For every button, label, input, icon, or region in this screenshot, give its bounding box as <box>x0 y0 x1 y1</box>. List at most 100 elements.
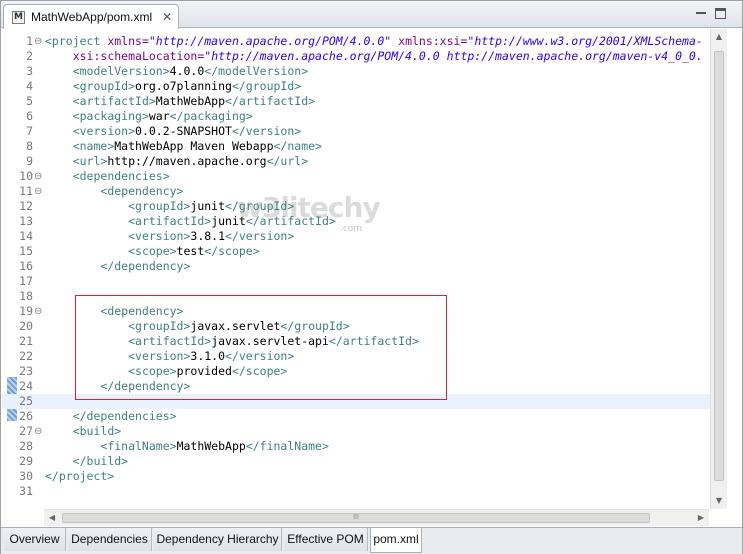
code-line[interactable]: 17 <box>2 274 710 289</box>
code-text: <groupId>org.o7planning</groupId> <box>72 79 302 93</box>
line-number: 5 <box>26 94 33 108</box>
code-text: <groupId>junit</groupId> <box>128 199 295 213</box>
line-number: 15 <box>19 244 33 258</box>
code-text: <artifactId>junit</artifactId> <box>128 214 336 228</box>
code-text: <scope>test</scope> <box>128 244 260 258</box>
maximize-icon[interactable] <box>715 8 726 19</box>
minimize-icon[interactable] <box>696 7 706 14</box>
fold-toggle-icon[interactable]: ⊖ <box>34 184 44 199</box>
line-number: 16 <box>19 259 33 273</box>
code-line[interactable]: 4 <groupId>org.o7planning</groupId> <box>2 79 710 94</box>
code-text: <modelVersion>4.0.0</modelVersion> <box>72 64 309 78</box>
close-icon[interactable]: ✕ <box>162 10 172 24</box>
code-line[interactable]: 3 <modelVersion>4.0.0</modelVersion> <box>2 64 710 79</box>
code-line[interactable]: 6 <packaging>war</packaging> <box>2 109 710 124</box>
code-text: </dependency> <box>100 259 191 273</box>
code-line[interactable]: 29 </build> <box>2 454 710 469</box>
line-number: 3 <box>26 64 33 78</box>
page-tab-dependency-hierarchy[interactable]: Dependency Hierarchy <box>154 528 282 551</box>
line-number: 19 <box>19 304 33 318</box>
code-text: </project> <box>45 469 115 483</box>
fold-toggle-icon[interactable]: ⊖ <box>34 304 44 319</box>
line-number: 21 <box>19 334 33 348</box>
editor-tab-title: MathWebApp/pom.xml <box>31 10 153 24</box>
line-number: 6 <box>26 109 33 123</box>
code-text: <build> <box>72 424 122 438</box>
code-line[interactable]: 5 <artifactId>MathWebApp</artifactId> <box>2 94 710 109</box>
fold-toggle-icon[interactable]: ⊖ <box>34 424 44 439</box>
line-number: 20 <box>19 319 33 333</box>
horizontal-scroll-thumb[interactable]: III <box>62 513 650 523</box>
code-line[interactable]: 9 <url>http://maven.apache.org</url> <box>2 154 710 169</box>
code-text: <name>MathWebApp Maven Webapp</name> <box>72 139 322 153</box>
code-line[interactable]: 12 <groupId>junit</groupId> <box>2 199 710 214</box>
vertical-scroll-thumb[interactable] <box>714 51 724 481</box>
code-text: <dependencies> <box>72 169 170 183</box>
code-line[interactable]: 1 ⊖ <project xmlns="http://maven.apache.or… <box>2 34 710 49</box>
xml-source-editor[interactable]: w3litechy .com 1 ⊖ <project xmlns="http://… <box>2 29 742 509</box>
page-tab-dependencies[interactable]: Dependencies <box>68 528 152 551</box>
code-line[interactable]: 8 <name>MathWebApp Maven Webapp</name> <box>2 139 710 154</box>
line-number: 11 <box>19 184 33 198</box>
horizontal-scrollbar[interactable]: ◀ III ▶ <box>44 509 709 526</box>
line-number: 7 <box>26 124 33 138</box>
code-line[interactable]: 30 </project> <box>2 469 710 484</box>
line-number: 25 <box>19 394 33 408</box>
code-text: <artifactId>MathWebApp</artifactId> <box>72 94 316 108</box>
editor-window: M MathWebApp/pom.xml ✕ w3litechy .com 1 ⊖… <box>0 0 743 554</box>
vertical-scrollbar[interactable]: ▲ ▼ <box>710 29 727 509</box>
line-number: 17 <box>19 274 33 288</box>
code-text: <version>3.8.1</version> <box>128 229 295 243</box>
code-line[interactable]: 11 ⊖ <dependency> <box>2 184 710 199</box>
code-text: <finalName>MathWebApp</finalName> <box>100 439 329 453</box>
line-number: 2 <box>26 49 33 63</box>
code-line[interactable]: 16 </dependency> <box>2 259 710 274</box>
highlight-annotation-box <box>75 295 447 400</box>
line-number: 9 <box>26 154 33 168</box>
code-line[interactable]: 31 <box>2 484 710 499</box>
line-number: 30 <box>19 469 33 483</box>
editor-tab-pom[interactable]: M MathWebApp/pom.xml ✕ <box>3 4 179 29</box>
page-tab-effective-pom[interactable]: Effective POM <box>284 528 368 551</box>
line-number: 27 <box>19 424 33 438</box>
code-line[interactable]: 7 <version>0.0.2-SNAPSHOT</version> <box>2 124 710 139</box>
line-number: 31 <box>19 484 33 498</box>
code-line[interactable]: 10 ⊖ <dependencies> <box>2 169 710 184</box>
code-line[interactable]: 2 xsi:schemaLocation="http://maven.apach… <box>2 49 710 64</box>
line-number: 10 <box>19 169 33 183</box>
line-number: 28 <box>19 439 33 453</box>
code-text: <version>0.0.2-SNAPSHOT</version> <box>72 124 302 138</box>
line-number: 14 <box>19 229 33 243</box>
editor-tab-bar: M MathWebApp/pom.xml ✕ <box>1 1 742 29</box>
code-line[interactable]: 27 ⊖ <build> <box>2 424 710 439</box>
code-text: xsi:schemaLocation="http://maven.apache.… <box>72 49 703 63</box>
scroll-left-icon[interactable]: ◀ <box>44 510 60 526</box>
code-line[interactable]: 28 <finalName>MathWebApp</finalName> <box>2 439 710 454</box>
line-number: 1 <box>26 34 33 48</box>
code-line[interactable]: 13 <artifactId>junit</artifactId> <box>2 214 710 229</box>
code-text: <packaging>war</packaging> <box>72 109 253 123</box>
line-number: 18 <box>19 289 33 303</box>
pom-editor-page-tabs: Overview Dependencies Dependency Hierarchy… <box>1 527 742 554</box>
page-tab-pom-xml[interactable]: pom.xml <box>370 528 422 553</box>
line-number: 12 <box>19 199 33 213</box>
page-tab-overview[interactable]: Overview <box>4 528 66 551</box>
scroll-down-icon[interactable]: ▼ <box>711 493 727 509</box>
code-text: </dependencies> <box>72 409 177 423</box>
fold-toggle-icon[interactable]: ⊖ <box>34 169 44 184</box>
line-number: 23 <box>19 364 33 378</box>
scroll-right-icon[interactable]: ▶ <box>693 510 709 526</box>
line-number: 24 <box>19 379 33 393</box>
line-number: 8 <box>26 139 33 153</box>
scroll-up-icon[interactable]: ▲ <box>711 29 727 45</box>
code-line[interactable]: 26 </dependencies> <box>2 409 710 424</box>
code-text: <dependency> <box>100 184 184 198</box>
code-text: <url>http://maven.apache.org</url> <box>72 154 309 168</box>
maven-file-icon: M <box>12 10 25 24</box>
line-number: 13 <box>19 214 33 228</box>
code-text: <project xmlns="http://maven.apache.org/… <box>45 34 703 48</box>
code-line[interactable]: 15 <scope>test</scope> <box>2 244 710 259</box>
code-line[interactable]: 14 <version>3.8.1</version> <box>2 229 710 244</box>
fold-toggle-icon[interactable]: ⊖ <box>34 34 44 49</box>
line-number: 22 <box>19 349 33 363</box>
